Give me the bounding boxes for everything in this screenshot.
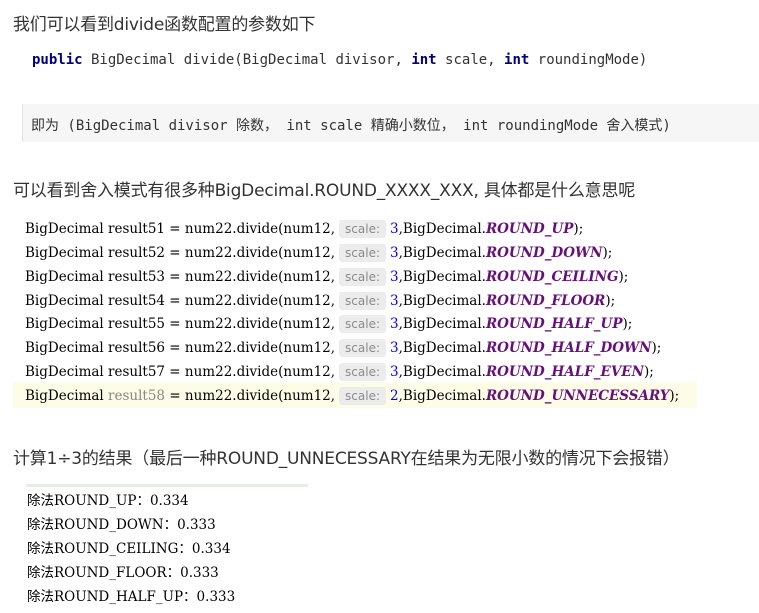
- param-hint: scale:: [339, 244, 387, 262]
- rounding-constant: ROUND_DOWN: [485, 245, 603, 261]
- keyword-int: int: [411, 52, 437, 68]
- unused-variable: result58: [108, 388, 166, 404]
- param-hint: scale:: [339, 387, 387, 405]
- param-note: 即为 (BigDecimal divisor 除数， int scale 精确小…: [31, 118, 671, 134]
- code-line: BigDecimal result53 = num22.divide(num12…: [25, 268, 629, 286]
- code-line: BigDecimal result54 = num22.divide(num12…: [25, 292, 616, 310]
- heading-results: 计算1÷3的结果（最后一种ROUND_UNNECESSARY在结果为无限小数的情…: [13, 449, 680, 469]
- rounding-constant: ROUND_HALF_EVEN: [485, 364, 644, 380]
- keyword-public: public: [32, 52, 83, 68]
- console-output: 除法ROUND_UP：0.334 除法ROUND_DOWN：0.333 除法RO…: [22, 484, 312, 613]
- signature-part: roundingMode): [529, 52, 648, 68]
- output-divider: [26, 484, 308, 487]
- param-hint: scale:: [339, 363, 387, 381]
- method-signature: public BigDecimal divide(BigDecimal divi…: [32, 52, 647, 68]
- heading-rounding-modes: 可以看到舍入模式有很多种BigDecimal.ROUND_XXXX_XXX, 具…: [13, 181, 636, 201]
- output-line: 除法ROUND_FLOOR：0.333: [27, 565, 219, 581]
- param-hint: scale:: [339, 220, 387, 238]
- heading-params: 我们可以看到divide函数配置的参数如下: [13, 15, 316, 35]
- output-line: 除法ROUND_DOWN：0.333: [27, 517, 216, 533]
- rounding-constant: ROUND_UP: [485, 221, 574, 237]
- code-line: BigDecimal result51 = num22.divide(num12…: [25, 220, 584, 238]
- keyword-int: int: [504, 52, 530, 68]
- param-note-box: 即为 (BigDecimal divisor 除数， int scale 精确小…: [22, 104, 759, 142]
- code-line: BigDecimal result52 = num22.divide(num12…: [25, 244, 613, 262]
- param-hint: scale:: [339, 292, 387, 310]
- code-line: BigDecimal result57 = num22.divide(num12…: [25, 363, 654, 381]
- rounding-constant: ROUND_CEILING: [485, 269, 619, 285]
- param-hint: scale:: [339, 268, 387, 286]
- signature-part: BigDecimal divide(BigDecimal divisor,: [82, 52, 412, 68]
- rounding-constant: ROUND_HALF_DOWN: [485, 340, 652, 356]
- code-line: BigDecimal result56 = num22.divide(num12…: [25, 339, 662, 357]
- code-line-current: BigDecimal result58 = num22.divide(num12…: [25, 387, 680, 405]
- rounding-constant: ROUND_UNNECESSARY: [485, 388, 670, 404]
- output-line: 除法ROUND_CEILING：0.334: [27, 541, 231, 557]
- rounding-constant: ROUND_HALF_UP: [485, 316, 623, 332]
- code-line: BigDecimal result55 = num22.divide(num12…: [25, 315, 633, 333]
- param-hint: scale:: [339, 339, 387, 357]
- param-hint: scale:: [339, 315, 387, 333]
- rounding-constant: ROUND_FLOOR: [485, 293, 606, 309]
- output-line: 除法ROUND_UP：0.334: [27, 493, 189, 509]
- output-line: 除法ROUND_HALF_UP：0.333: [27, 589, 236, 605]
- signature-part: scale,: [436, 52, 505, 68]
